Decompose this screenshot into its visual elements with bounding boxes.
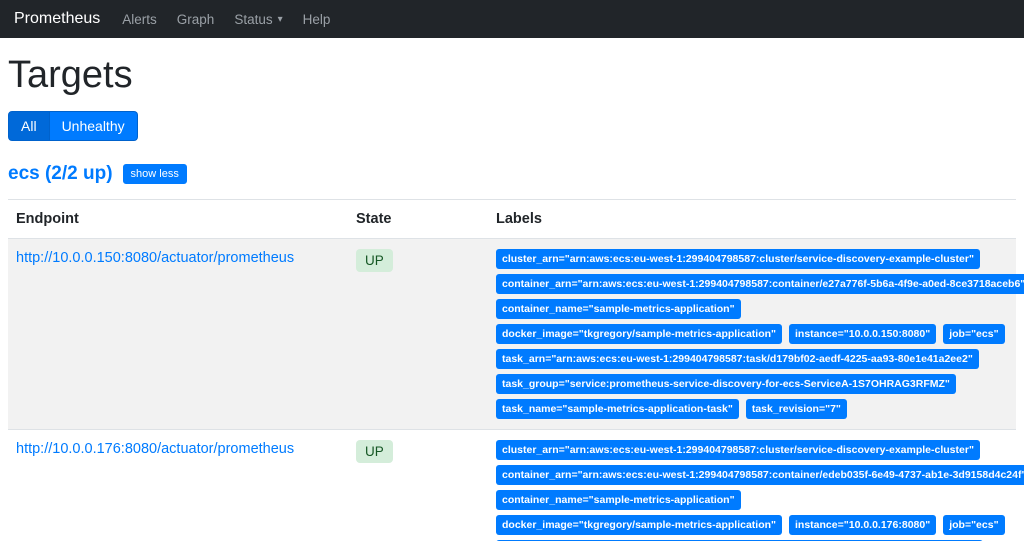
nav-item-graph[interactable]: Graph bbox=[177, 12, 215, 27]
label-badge: task_revision="7" bbox=[746, 399, 847, 419]
table-header-row: Endpoint State Labels bbox=[8, 200, 1016, 239]
page-title: Targets bbox=[8, 54, 1016, 97]
label-badge: cluster_arn="arn:aws:ecs:eu-west-1:29940… bbox=[496, 249, 980, 269]
label-badge: task_group="service:prometheus-service-d… bbox=[496, 374, 956, 394]
table-row: http://10.0.0.176:8080/actuator/promethe… bbox=[8, 430, 1016, 541]
state-badge: UP bbox=[356, 440, 393, 463]
nav-item-status-label: Status bbox=[234, 12, 272, 27]
column-header-labels: Labels bbox=[488, 200, 1016, 239]
label-badge: docker_image="tkgregory/sample-metrics-a… bbox=[496, 515, 782, 535]
endpoint-link[interactable]: http://10.0.0.150:8080/actuator/promethe… bbox=[16, 250, 294, 266]
nav-item-status[interactable]: Status ▾ bbox=[234, 12, 282, 27]
table-row: http://10.0.0.150:8080/actuator/promethe… bbox=[8, 239, 1016, 430]
label-badge: task_arn="arn:aws:ecs:eu-west-1:29940479… bbox=[496, 349, 979, 369]
nav-item-help[interactable]: Help bbox=[303, 12, 331, 27]
labels-cell: cluster_arn="arn:aws:ecs:eu-west-1:29940… bbox=[488, 430, 1016, 541]
filter-unhealthy-button[interactable]: Unhealthy bbox=[50, 111, 138, 141]
top-navbar: Prometheus Alerts Graph Status ▾ Help bbox=[0, 0, 1024, 38]
state-cell: UP bbox=[348, 430, 488, 541]
page-content: Targets All Unhealthy ecs (2/2 up) show … bbox=[0, 54, 1024, 541]
state-badge: UP bbox=[356, 249, 393, 272]
column-header-endpoint: Endpoint bbox=[8, 200, 348, 239]
label-badge: docker_image="tkgregory/sample-metrics-a… bbox=[496, 324, 782, 344]
endpoint-cell: http://10.0.0.150:8080/actuator/promethe… bbox=[8, 239, 348, 430]
endpoint-link[interactable]: http://10.0.0.176:8080/actuator/promethe… bbox=[16, 441, 294, 457]
label-badge: job="ecs" bbox=[943, 324, 1004, 344]
label-badge: container_name="sample-metrics-applicati… bbox=[496, 490, 741, 510]
label-badge: instance="10.0.0.176:8080" bbox=[789, 515, 936, 535]
targets-table: Endpoint State Labels http://10.0.0.150:… bbox=[8, 199, 1016, 541]
label-badge: task_name="sample-metrics-application-ta… bbox=[496, 399, 739, 419]
labels-list: cluster_arn="arn:aws:ecs:eu-west-1:29940… bbox=[496, 440, 1008, 541]
chevron-down-icon: ▾ bbox=[278, 14, 283, 25]
endpoint-cell: http://10.0.0.176:8080/actuator/promethe… bbox=[8, 430, 348, 541]
brand-prometheus[interactable]: Prometheus bbox=[14, 10, 100, 28]
state-cell: UP bbox=[348, 239, 488, 430]
nav-item-alerts[interactable]: Alerts bbox=[122, 12, 157, 27]
job-title: ecs (2/2 up) bbox=[8, 163, 113, 185]
label-badge: job="ecs" bbox=[943, 515, 1004, 535]
labels-cell: cluster_arn="arn:aws:ecs:eu-west-1:29940… bbox=[488, 239, 1016, 430]
label-badge: container_name="sample-metrics-applicati… bbox=[496, 299, 741, 319]
label-badge: cluster_arn="arn:aws:ecs:eu-west-1:29940… bbox=[496, 440, 980, 460]
filter-all-button[interactable]: All bbox=[8, 111, 50, 141]
job-header: ecs (2/2 up) show less bbox=[8, 163, 1016, 185]
label-badge: container_arn="arn:aws:ecs:eu-west-1:299… bbox=[496, 465, 1024, 485]
labels-list: cluster_arn="arn:aws:ecs:eu-west-1:29940… bbox=[496, 249, 1008, 419]
label-badge: container_arn="arn:aws:ecs:eu-west-1:299… bbox=[496, 274, 1024, 294]
target-filter-group: All Unhealthy bbox=[8, 111, 138, 141]
label-badge: instance="10.0.0.150:8080" bbox=[789, 324, 936, 344]
show-less-button[interactable]: show less bbox=[123, 164, 187, 184]
column-header-state: State bbox=[348, 200, 488, 239]
